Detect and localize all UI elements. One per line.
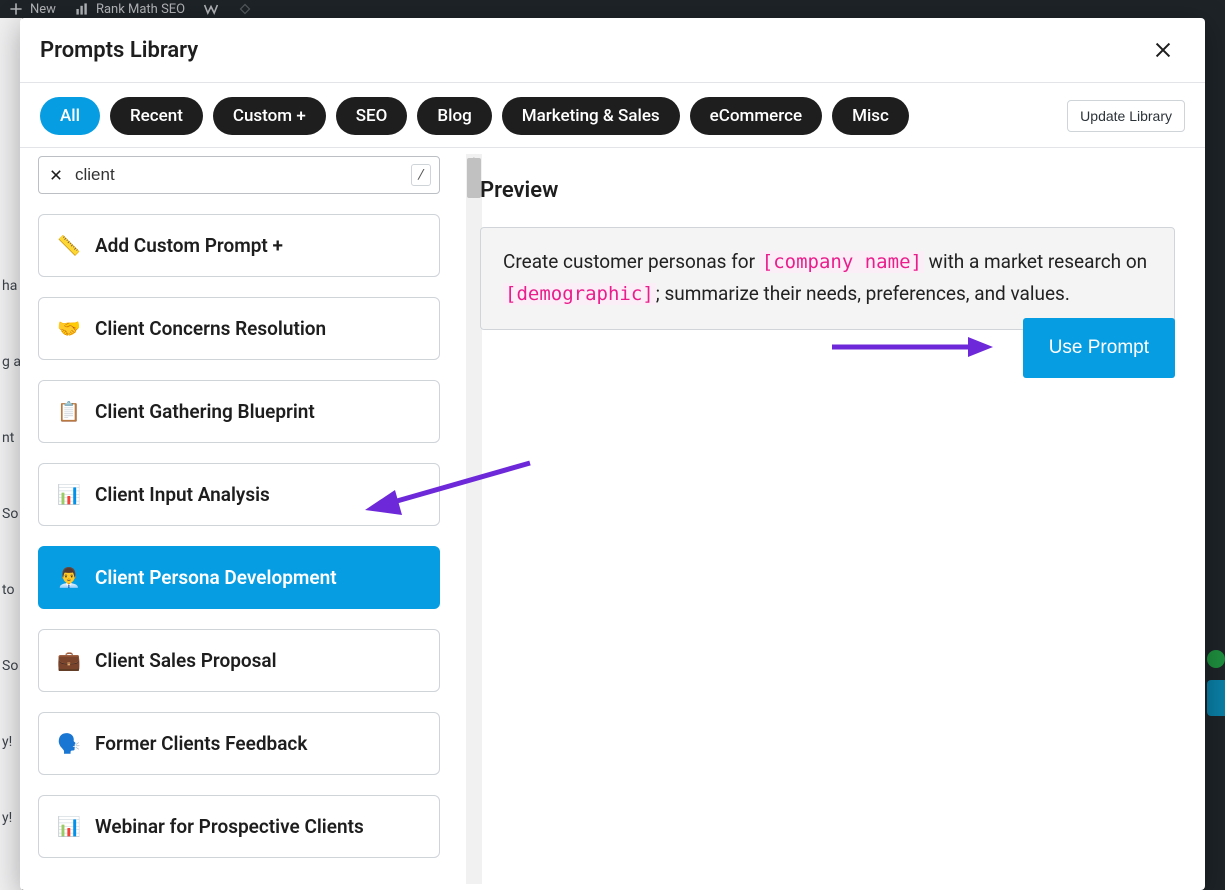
filter-tab-blog[interactable]: Blog (417, 97, 491, 135)
annotation-arrow-use-prompt (830, 332, 995, 362)
prompt-label: Client Persona Development (95, 566, 337, 589)
background-side-tab (1207, 680, 1225, 716)
prompt-item-former-clients-feedback[interactable]: 🗣️ Former Clients Feedback (38, 712, 440, 775)
bar-chart-icon: 📊 (57, 483, 79, 506)
adminbar-rankmath-label: Rank Math SEO (96, 2, 185, 17)
search-box: / (38, 156, 440, 194)
prompt-item-client-gathering-blueprint[interactable]: 📋 Client Gathering Blueprint (38, 380, 440, 443)
preview-text: Create customer personas for [company na… (480, 227, 1175, 330)
w-icon (203, 1, 219, 17)
prompt-label: Add Custom Prompt + (95, 234, 283, 257)
adminbar-new[interactable]: New (8, 1, 56, 17)
prompt-item-client-persona-development[interactable]: 👨‍💼 Client Persona Development (38, 546, 440, 609)
plus-icon (8, 1, 24, 17)
modal-header: Prompts Library (20, 18, 1205, 83)
prompt-item-client-concerns[interactable]: 🤝 Client Concerns Resolution (38, 297, 440, 360)
handshake-icon: 🤝 (57, 317, 79, 340)
preview-text-segment: with a market research on (924, 250, 1147, 273)
x-icon (49, 168, 63, 182)
filter-tab-recent[interactable]: Recent (110, 97, 203, 135)
background-page: ha g a nt So to So y! y! (0, 18, 22, 890)
modal-title: Prompts Library (40, 38, 198, 63)
speaking-head-icon: 🗣️ (57, 732, 79, 755)
use-prompt-button[interactable]: Use Prompt (1023, 318, 1175, 378)
businessman-icon: 👨‍💼 (57, 566, 79, 589)
prompt-label: Client Gathering Blueprint (95, 400, 315, 423)
preview-variable-company: [company name] (760, 251, 924, 273)
prompts-list-column: / 📏 Add Custom Prompt + 🤝 Client Concern… (20, 148, 450, 890)
preview-text-segment: Create customer personas for (503, 250, 760, 273)
close-icon (1152, 39, 1174, 61)
preview-variable-demographic: [demographic] (503, 283, 656, 305)
bar-chart-icon: 📊 (57, 815, 79, 838)
prompt-label: Client Concerns Resolution (95, 317, 326, 340)
prompts-library-modal: Prompts Library All Recent Custom + SEO … (20, 18, 1205, 890)
preview-column: Preview Create customer personas for [co… (450, 148, 1205, 890)
wp-admin-bar: New Rank Math SEO (0, 0, 1225, 18)
prompt-label: Client Input Analysis (95, 483, 270, 506)
diamond-icon (237, 1, 253, 17)
filter-tab-marketing-sales[interactable]: Marketing & Sales (502, 97, 680, 135)
bar-chart-icon (74, 1, 90, 17)
prompt-item-webinar-prospective-clients[interactable]: 📊 Webinar for Prospective Clients (38, 795, 440, 858)
preview-heading: Preview (480, 178, 1175, 203)
clear-search-button[interactable] (47, 166, 65, 184)
update-library-button[interactable]: Update Library (1067, 100, 1185, 132)
filter-tab-all[interactable]: All (40, 97, 100, 135)
filter-tab-seo[interactable]: SEO (336, 97, 408, 135)
filter-tab-custom[interactable]: Custom + (213, 97, 326, 135)
adminbar-new-label: New (30, 2, 56, 17)
preview-text-segment: ; summarize their needs, preferences, an… (656, 282, 1070, 305)
prompt-item-client-input-analysis[interactable]: 📊 Client Input Analysis (38, 463, 440, 526)
prompt-item-add-custom[interactable]: 📏 Add Custom Prompt + (38, 214, 440, 277)
close-button[interactable] (1149, 36, 1177, 64)
filter-tabs-row: All Recent Custom + SEO Blog Marketing &… (20, 83, 1205, 148)
search-input[interactable] (75, 165, 401, 185)
clipboard-icon: 📋 (57, 400, 79, 423)
ruler-icon: 📏 (57, 234, 79, 257)
prompt-item-client-sales-proposal[interactable]: 💼 Client Sales Proposal (38, 629, 440, 692)
adminbar-diamond[interactable] (237, 1, 253, 17)
modal-body: / 📏 Add Custom Prompt + 🤝 Client Concern… (20, 148, 1205, 890)
filter-tab-misc[interactable]: Misc (832, 97, 909, 135)
filter-tab-ecommerce[interactable]: eCommerce (690, 97, 822, 135)
background-circle-icon (1207, 650, 1225, 668)
adminbar-w3[interactable] (203, 1, 219, 17)
keyboard-shortcut-hint: / (411, 164, 431, 186)
prompt-label: Client Sales Proposal (95, 649, 277, 672)
prompt-label: Webinar for Prospective Clients (95, 815, 364, 838)
adminbar-rankmath[interactable]: Rank Math SEO (74, 1, 185, 17)
prompt-label: Former Clients Feedback (95, 732, 307, 755)
briefcase-icon: 💼 (57, 649, 79, 672)
